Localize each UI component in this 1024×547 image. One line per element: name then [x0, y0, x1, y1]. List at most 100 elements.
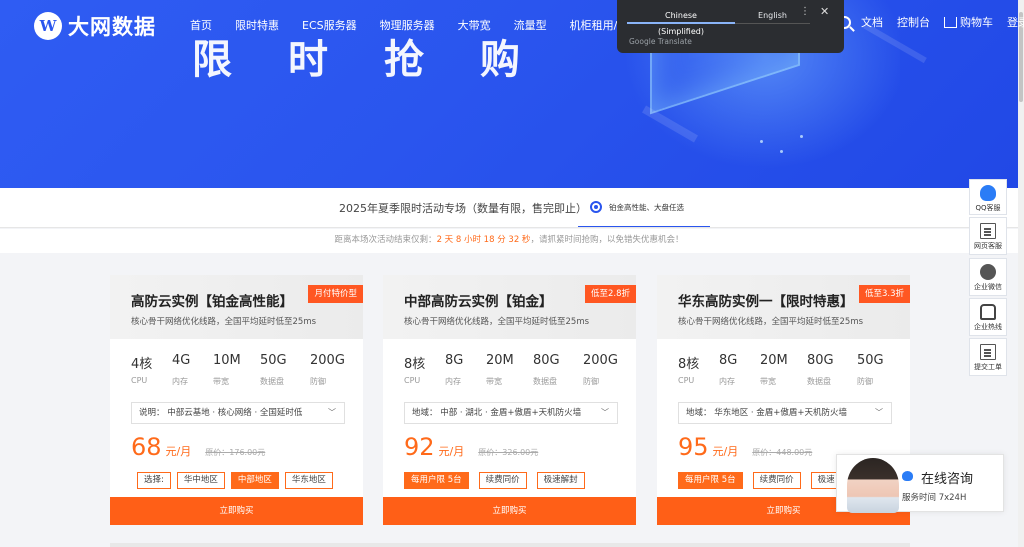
side-label: 企业微信 — [974, 283, 1002, 291]
countdown-timer: 2 天 8 小时 18 分 32 秒 — [436, 235, 531, 245]
card-title: 中部高防云实例【铂金】 — [404, 294, 553, 310]
card-subtitle: 核心骨干网络优化线路，全国平均延时低至25ms — [404, 317, 590, 327]
tag-per-user-limit: 每用户限 5台 — [404, 472, 469, 489]
region-select[interactable]: 地域： 华东地区 · 金盾+傲盾+天机防火墙 ﹀ — [678, 402, 892, 424]
original-price: 原价：176.00元 — [205, 448, 266, 457]
spec-label: 防御 — [310, 377, 326, 386]
site-logo[interactable]: W 大网数据 — [34, 11, 156, 41]
card-header: 华东高防实例一【限时特惠】 低至3.3折 核心骨干网络优化线路，全国平均延时低至… — [657, 275, 910, 339]
close-icon[interactable]: ✕ — [820, 5, 829, 18]
side-label: 网页客服 — [974, 242, 1002, 250]
spec-defense: 200G 防御 — [310, 353, 350, 387]
side-hotline[interactable]: 企业热线 — [969, 298, 1007, 336]
spec-value: 8G — [445, 353, 464, 368]
side-label: 企业热线 — [974, 323, 1002, 331]
original-price: 原价：326.00元 — [478, 448, 539, 457]
card-price: 68 元/月 原价：176.00元 — [131, 433, 265, 461]
translate-tab-english[interactable]: English — [735, 8, 810, 24]
product-card: 中部高防云实例【铂金】 低至2.8折 核心骨干网络优化线路，全国平均延时低至25… — [383, 275, 636, 525]
side-wechat[interactable]: 企业微信 — [969, 258, 1007, 296]
spec-label: 防御 — [857, 377, 873, 386]
side-label: QQ客服 — [975, 204, 1001, 212]
spec-label: 防御 — [583, 377, 599, 386]
spec-value: 20M — [486, 353, 514, 368]
card-tags: 每用户限 5台 续费同价 极速 — [678, 472, 848, 489]
card-specs: 4核 CPU 4G 内存 10M 带宽 50G 数据盘 200G 防御 — [131, 353, 350, 387]
side-qq-service[interactable]: QQ客服 — [969, 179, 1007, 215]
card-title: 华东高防实例一【限时特惠】 — [678, 294, 854, 310]
card-price: 92 元/月 原价：326.00元 — [404, 433, 538, 461]
spec-value: 8核 — [404, 357, 426, 372]
price-unit: 元/月 — [438, 445, 465, 458]
cart-icon[interactable] — [944, 16, 957, 28]
activity-tab-platinum[interactable]: 铂金高性能、大盘任选 — [578, 188, 710, 228]
nav-docs-link[interactable]: 文档 — [861, 14, 883, 30]
tag-central-region[interactable]: 中部地区 — [230, 472, 279, 489]
price-unit: 元/月 — [165, 445, 192, 458]
logo-icon: W — [34, 12, 62, 40]
spec-value: 20M — [760, 353, 788, 368]
tag-central-china[interactable]: 华中地区 — [176, 472, 225, 489]
spec-value: 50G — [857, 353, 884, 368]
spec-value: 10M — [213, 353, 241, 368]
buy-now-button[interactable]: 立即购买 — [110, 497, 363, 525]
card-specs: 8核 CPU 8G 内存 20M 带宽 80G 数据盘 50G 防御 — [678, 353, 897, 387]
tag-renew-same-price: 续费同价 — [478, 472, 527, 489]
buy-now-button[interactable]: 立即购买 — [383, 497, 636, 525]
side-submit-ticket[interactable]: 提交工单 — [969, 338, 1007, 376]
spec-value: 200G — [310, 353, 345, 368]
spec-memory: 8G 内存 — [719, 353, 760, 387]
spec-bandwidth: 20M 带宽 — [760, 353, 807, 387]
tag-renew-same-price: 续费同价 — [752, 472, 801, 489]
target-icon — [590, 201, 602, 213]
nav-item-ecs[interactable]: ECS服务器 — [302, 17, 357, 33]
translate-tab-chinese[interactable]: Chinese (Simplified) — [627, 8, 735, 36]
region-select[interactable]: 说明： 中部云基地 · 核心网络 · 全国延时低 ﹀ — [131, 402, 345, 424]
spec-memory: 8G 内存 — [445, 353, 486, 387]
logo-text: 大网数据 — [68, 15, 156, 39]
hero-dot — [760, 140, 763, 143]
phone-icon — [980, 304, 996, 320]
wechat-icon — [980, 264, 996, 280]
card-tags: 选择: 华中地区 中部地区 华东地区 — [137, 472, 339, 489]
qq-icon — [980, 185, 996, 201]
spec-cpu: 8核 CPU — [678, 353, 719, 387]
spec-disk: 80G 数据盘 — [807, 353, 857, 387]
spec-label: 内存 — [445, 377, 461, 386]
tag-fast-unblock: 极速解封 — [536, 472, 585, 489]
spec-label: CPU — [131, 376, 148, 385]
card-badge: 低至3.3折 — [858, 285, 910, 303]
chevron-down-icon: ﹀ — [328, 408, 336, 417]
spec-label: 内存 — [719, 377, 735, 386]
nav-item-home[interactable]: 首页 — [190, 17, 212, 33]
nav-item-traffic[interactable]: 流量型 — [514, 17, 547, 33]
card-badge: 月付特价型 — [308, 285, 363, 303]
page-scrollbar[interactable] — [1018, 0, 1024, 547]
online-consult-widget[interactable]: 在线咨询 服务时间 7x24H — [836, 454, 1004, 513]
price-unit: 元/月 — [712, 445, 739, 458]
spec-value: 4G — [172, 353, 191, 368]
side-web-service[interactable]: 网页客服 — [969, 217, 1007, 255]
nav-login-link[interactable]: 登录 — [1007, 14, 1024, 30]
ticket-icon — [980, 344, 996, 360]
nav-item-physical[interactable]: 物理服务器 — [380, 17, 435, 33]
hero-dot — [800, 135, 803, 138]
more-options-icon[interactable]: ⋮ — [800, 6, 810, 17]
countdown-bar: 距离本场次活动结束仅剩：2 天 8 小时 18 分 32 秒，请抓紧时间抢购，以… — [0, 229, 1018, 253]
card-title: 高防云实例【铂金高性能】 — [131, 294, 293, 310]
tag-east-china[interactable]: 华东地区 — [284, 472, 333, 489]
region-select[interactable]: 地域： 中部 · 湖北 · 金盾+傲盾+天机防火墙 ﹀ — [404, 402, 618, 424]
spec-label: 带宽 — [760, 377, 776, 386]
spec-label: 数据盘 — [260, 377, 284, 386]
activity-tab-label: 铂金高性能、大盘任选 — [609, 202, 684, 212]
nav-item-bandwidth[interactable]: 大带宽 — [458, 17, 491, 33]
spec-value: 200G — [583, 353, 618, 368]
activity-bar: 2025年夏季限时活动专场（数量有限，售完即止） 铂金高性能、大盘任选 — [0, 188, 1018, 228]
region-text: 地域： 中部 · 湖北 · 金盾+傲盾+天机防火墙 — [412, 408, 582, 418]
nav-cart-link[interactable]: 购物车 — [960, 14, 993, 30]
nav-console-link[interactable]: 控制台 — [897, 14, 930, 30]
nav-item-flash-sale[interactable]: 限时特惠 — [235, 17, 279, 33]
spec-value: 8核 — [678, 357, 700, 372]
card-subtitle: 核心骨干网络优化线路，全国平均延时低至25ms — [131, 317, 317, 327]
spec-defense: 50G 防御 — [857, 353, 897, 387]
